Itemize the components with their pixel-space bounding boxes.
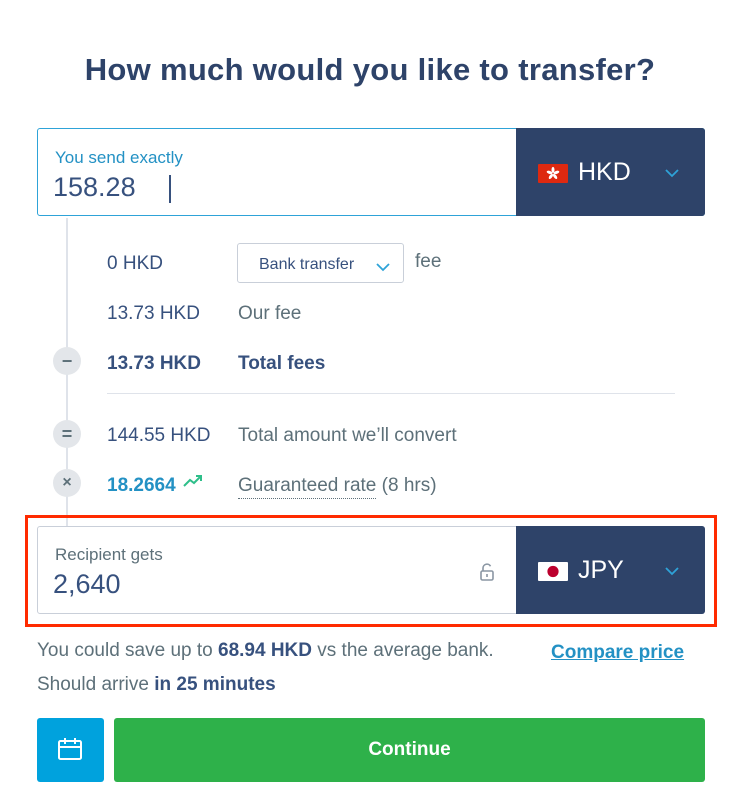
our-fee-label: Our fee (238, 303, 302, 324)
exchange-rate-value: 18.2664 (107, 475, 176, 496)
arrival-prefix: Should arrive (37, 674, 149, 695)
fee-divider (107, 393, 675, 394)
schedule-transfer-button[interactable] (37, 718, 104, 782)
savings-prefix: You could save up to (37, 640, 213, 661)
total-fees-amount: 13.73 HKD (107, 353, 201, 374)
send-amount-input[interactable] (53, 172, 493, 203)
trend-up-icon (183, 474, 203, 488)
send-amount-box[interactable]: You send exactly HKD (37, 128, 705, 216)
payment-method-select[interactable]: Bank transfer (237, 243, 404, 283)
continue-button[interactable]: Continue (114, 718, 705, 782)
savings-amount: 68.94 HKD (218, 640, 312, 661)
receive-amount-box[interactable]: Recipient gets JPY (37, 526, 705, 614)
convert-amount: 144.55 HKD (107, 425, 211, 446)
page-title: How much would you like to transfer? (84, 52, 656, 87)
compare-price-link[interactable]: Compare price (551, 642, 684, 664)
send-currency-select[interactable]: HKD (516, 128, 705, 216)
our-fee-amount: 13.73 HKD (107, 303, 200, 324)
hong-kong-flag-icon (538, 164, 568, 183)
fee-suffix: fee (415, 251, 442, 272)
calendar-icon (57, 737, 83, 761)
japan-flag-icon (538, 562, 568, 581)
send-amount-label: You send exactly (55, 148, 183, 167)
payment-method-fee-amount: 0 HKD (107, 253, 163, 274)
guaranteed-rate-duration: (8 hrs) (381, 475, 437, 496)
total-fees-label: Total fees (238, 353, 326, 374)
receive-amount-input[interactable] (53, 569, 493, 600)
chevron-down-icon[interactable] (664, 166, 680, 178)
send-currency-code: HKD (578, 158, 631, 186)
unlock-icon[interactable] (479, 563, 495, 581)
guaranteed-rate-link[interactable]: Guaranteed rate (238, 475, 377, 499)
chevron-down-icon (376, 259, 390, 272)
receive-currency-code: JPY (578, 556, 624, 584)
receive-currency-select[interactable]: JPY (516, 526, 705, 614)
minus-icon: − (53, 347, 81, 375)
payment-method-label: Bank transfer (259, 256, 355, 273)
chevron-down-icon[interactable] (664, 564, 680, 576)
times-icon: × (53, 469, 81, 497)
savings-text: You could save up to 68.94 HKD vs the av… (37, 640, 494, 662)
arrival-time: in 25 minutes (154, 674, 276, 695)
receive-amount-label: Recipient gets (55, 545, 163, 564)
savings-suffix: vs the average bank. (317, 640, 494, 661)
convert-label: Total amount we’ll convert (238, 425, 457, 446)
arrival-text: Should arrive in 25 minutes (37, 674, 276, 696)
equals-icon: = (53, 420, 81, 448)
text-caret (169, 175, 171, 203)
guaranteed-rate-row: Guaranteed rate (8 hrs) (238, 475, 437, 499)
